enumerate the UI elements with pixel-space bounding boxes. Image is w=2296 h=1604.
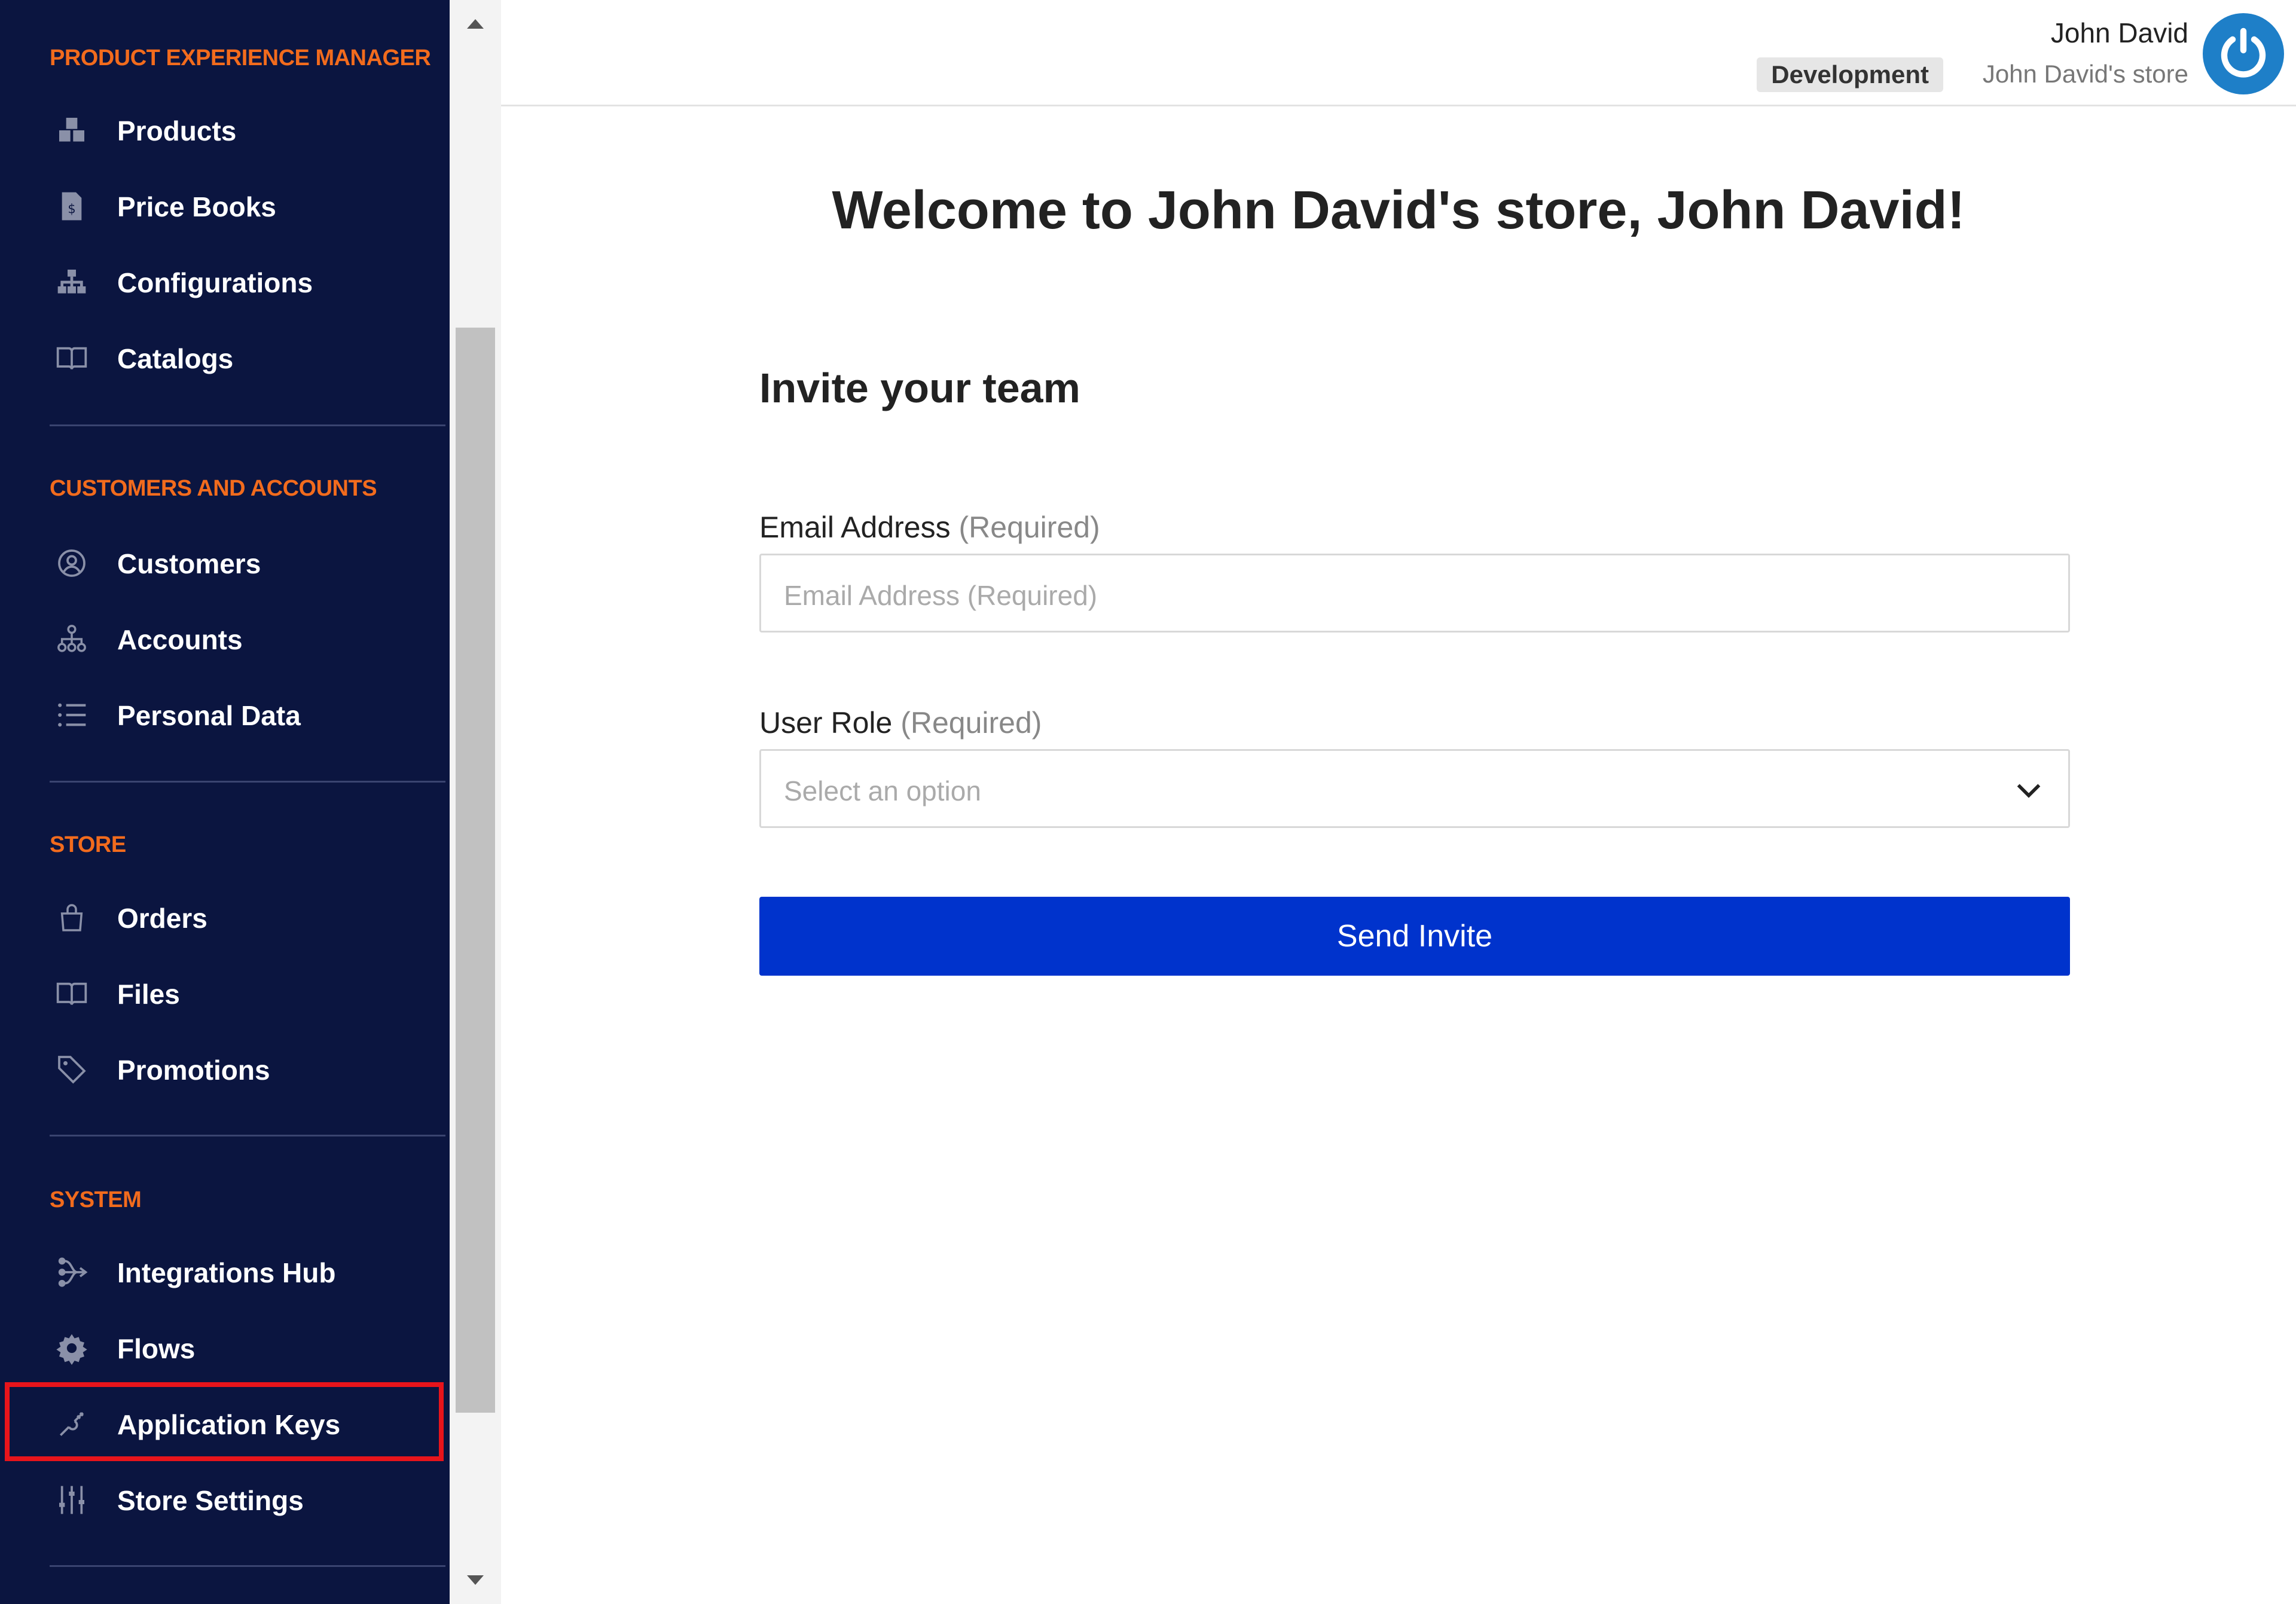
sidebar-item-products[interactable]: Products — [0, 93, 445, 165]
role-label: User Role (Required) — [759, 705, 1042, 740]
hierarchy-icon — [53, 263, 91, 301]
gear-icon — [53, 1329, 91, 1367]
environment-badge: Development — [1757, 57, 1943, 92]
top-header: John David Development John David's stor… — [501, 0, 2296, 106]
sidebar-item-label: Accounts — [117, 624, 243, 655]
sidebar-item-files[interactable]: Files — [0, 957, 445, 1028]
user-role-select[interactable]: Select an option — [759, 749, 2070, 828]
sidebar-scrollbar[interactable] — [450, 0, 501, 1604]
main-content: Welcome to John David's store, John Davi… — [501, 108, 2296, 1604]
sidebar-item-label: Customers — [117, 548, 261, 579]
sidebar-item-configurations[interactable]: Configurations — [0, 245, 445, 317]
scroll-up-arrow-icon[interactable] — [450, 0, 501, 48]
email-label-text: Email Address — [759, 511, 951, 544]
role-placeholder: Select an option — [784, 775, 981, 806]
email-placeholder: Email Address (Required) — [784, 580, 1098, 611]
sidebar-item-orders[interactable]: Orders — [0, 881, 445, 952]
sidebar-item-store-settings[interactable]: Store Settings — [0, 1463, 445, 1535]
store-name: John David's store — [1982, 60, 2188, 88]
page-title: Welcome to John David's store, John Davi… — [832, 181, 1965, 240]
section-title-system: SYSTEM — [50, 1187, 142, 1212]
sidebar: PRODUCT EXPERIENCE MANAGER Products $ Pr… — [0, 0, 450, 1604]
chevron-down-icon — [2017, 784, 2041, 798]
sidebar-divider — [50, 781, 445, 783]
sidebar-item-promotions[interactable]: Promotions — [0, 1032, 445, 1104]
sidebar-item-label: Store Settings — [117, 1485, 304, 1516]
sidebar-item-label: Flows — [117, 1333, 196, 1364]
sidebar-item-label: Catalogs — [117, 343, 234, 374]
sidebar-item-label: Orders — [117, 903, 207, 934]
scroll-down-arrow-icon[interactable] — [450, 1556, 501, 1604]
sidebar-item-label: Personal Data — [117, 700, 301, 731]
section-title-pxm: PRODUCT EXPERIENCE MANAGER — [50, 45, 431, 71]
sidebar-item-flows[interactable]: Flows — [0, 1311, 445, 1383]
integrations-icon — [53, 1253, 91, 1291]
user-name: John David — [2050, 17, 2188, 48]
book-icon — [53, 974, 91, 1013]
required-marker: (Required) — [958, 511, 1100, 544]
sidebar-item-personal-data[interactable]: Personal Data — [0, 678, 445, 750]
section-title-customers: CUSTOMERS AND ACCOUNTS — [50, 476, 377, 501]
highlight-box — [5, 1382, 444, 1461]
scrollbar-thumb[interactable] — [456, 328, 495, 1413]
sidebar-item-label: Files — [117, 979, 180, 1010]
sidebar-divider — [50, 1565, 445, 1567]
email-field[interactable]: Email Address (Required) — [759, 554, 2070, 633]
section-heading: Invite your team — [759, 365, 1080, 411]
products-icon — [53, 111, 91, 149]
bag-icon — [53, 899, 91, 937]
sliders-icon — [53, 1481, 91, 1519]
role-label-text: User Role — [759, 706, 893, 740]
tag-icon — [53, 1050, 91, 1089]
sidebar-item-label: Promotions — [117, 1055, 270, 1086]
book-icon — [53, 339, 91, 377]
account-menu-button[interactable] — [2203, 13, 2284, 94]
sidebar-item-label: Price Books — [117, 191, 276, 222]
sidebar-item-accounts[interactable]: Accounts — [0, 602, 445, 674]
sidebar-item-catalogs[interactable]: Catalogs — [0, 321, 445, 393]
sidebar-item-customers[interactable]: Customers — [0, 526, 445, 598]
sidebar-item-label: Integrations Hub — [117, 1257, 336, 1288]
sidebar-divider — [50, 1135, 445, 1136]
email-label: Email Address (Required) — [759, 510, 1100, 545]
sidebar-item-label: Products — [117, 115, 237, 146]
accounts-tree-icon — [53, 620, 91, 658]
sidebar-divider — [50, 424, 445, 426]
required-marker: (Required) — [900, 706, 1042, 740]
user-circle-icon — [53, 544, 91, 582]
price-book-icon: $ — [53, 187, 91, 225]
section-title-store: STORE — [50, 832, 126, 857]
send-invite-button[interactable]: Send Invite — [759, 897, 2070, 976]
power-icon — [2215, 24, 2272, 84]
sidebar-item-integrations-hub[interactable]: Integrations Hub — [0, 1235, 445, 1307]
list-icon — [53, 696, 91, 734]
svg-text:$: $ — [68, 202, 75, 216]
sidebar-item-price-books[interactable]: $ Price Books — [0, 169, 445, 241]
sidebar-item-label: Configurations — [117, 267, 313, 298]
